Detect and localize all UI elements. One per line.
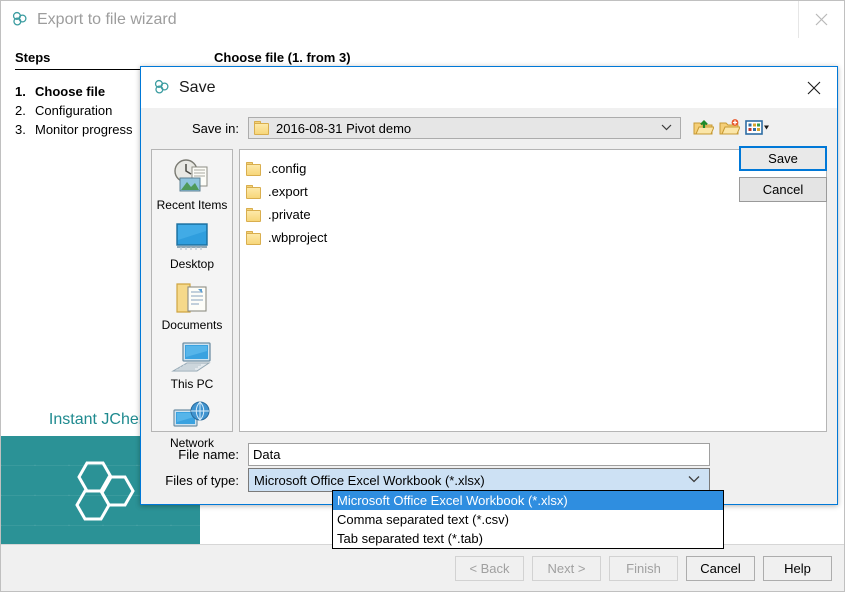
file-dialog-toolbar <box>693 118 766 138</box>
dialog-action-buttons: Save Cancel <box>739 146 827 202</box>
dropdown-option-csv[interactable]: Comma separated text (*.csv) <box>333 510 723 529</box>
folder-icon <box>246 162 261 176</box>
documents-icon <box>172 280 212 316</box>
this-pc-icon <box>171 341 213 375</box>
place-label: Recent Items <box>157 198 228 212</box>
chevron-down-icon <box>688 474 707 486</box>
step-label: Choose file <box>35 82 105 101</box>
step-number: 1. <box>15 82 35 101</box>
dropdown-option-tab[interactable]: Tab separated text (*.tab) <box>333 529 723 548</box>
file-name-row: File name: <box>151 441 827 467</box>
place-desktop[interactable]: Desktop <box>154 221 230 271</box>
file-name: .wbproject <box>268 230 327 245</box>
browser-area: Recent Items Desktop <box>151 149 827 432</box>
dropdown-option-xlsx[interactable]: Microsoft Office Excel Workbook (*.xlsx) <box>333 491 723 510</box>
save-in-combobox[interactable]: 2016-08-31 Pivot demo <box>248 117 681 139</box>
close-icon <box>815 13 828 26</box>
file-name: .config <box>268 161 306 176</box>
place-label: Desktop <box>170 257 214 271</box>
cancel-button[interactable]: Cancel <box>739 177 827 202</box>
up-one-level-icon[interactable] <box>693 118 714 138</box>
step-number: 3. <box>15 120 35 139</box>
create-new-folder-icon[interactable] <box>719 118 740 138</box>
molecule-icon <box>153 78 170 98</box>
place-network[interactable]: Network <box>154 400 230 450</box>
save-in-label: Save in: <box>151 121 248 136</box>
folder-icon <box>246 208 261 222</box>
places-bar: Recent Items Desktop <box>151 149 233 432</box>
list-item[interactable]: .wbproject <box>246 226 826 249</box>
folder-icon <box>254 121 269 135</box>
save-button[interactable]: Save <box>739 146 827 171</box>
place-recent-items[interactable]: Recent Items <box>154 158 230 212</box>
hexagon-logo-icon <box>63 459 139 521</box>
files-of-type-combobox[interactable]: Microsoft Office Excel Workbook (*.xlsx) <box>248 468 710 492</box>
help-button[interactable]: Help <box>763 556 832 581</box>
files-of-type-value: Microsoft Office Excel Workbook (*.xlsx) <box>254 473 485 488</box>
screen: Export to file wizard Steps 1. Choose fi… <box>0 0 845 592</box>
step-label: Configuration <box>35 101 112 120</box>
save-dialog: Save Save in: 2016-08-31 Pivot demo <box>140 66 838 505</box>
desktop-icon <box>172 221 212 255</box>
files-of-type-label: Files of type: <box>151 473 248 488</box>
files-of-type-dropdown[interactable]: Microsoft Office Excel Workbook (*.xlsx)… <box>332 490 724 549</box>
save-in-value: 2016-08-31 Pivot demo <box>276 121 411 136</box>
step-number: 2. <box>15 101 35 120</box>
save-dialog-titlebar: Save <box>141 67 837 108</box>
chevron-down-icon <box>661 123 678 134</box>
wizard-titlebar: Export to file wizard <box>1 1 844 38</box>
place-documents[interactable]: Documents <box>154 280 230 332</box>
place-label: Documents <box>162 318 223 332</box>
next-button[interactable]: Next > <box>532 556 601 581</box>
step-label: Monitor progress <box>35 120 133 139</box>
save-in-row: Save in: 2016-08-31 Pivot demo <box>151 116 827 140</box>
save-dialog-body: Save in: 2016-08-31 Pivot demo <box>141 108 837 504</box>
wizard-footer: < Back Next > Finish Cancel Help <box>1 544 844 591</box>
view-menu-icon[interactable] <box>745 118 766 138</box>
file-name: .export <box>268 184 308 199</box>
finish-button[interactable]: Finish <box>609 556 678 581</box>
save-dialog-title: Save <box>179 79 215 97</box>
network-icon <box>171 400 213 434</box>
wizard-cancel-button[interactable]: Cancel <box>686 556 755 581</box>
file-name-label: File name: <box>151 447 248 462</box>
file-name-input[interactable] <box>248 443 710 466</box>
save-dialog-close-button[interactable] <box>791 67 837 108</box>
file-name: .private <box>268 207 311 222</box>
recent-items-icon <box>170 158 214 196</box>
back-button[interactable]: < Back <box>455 556 524 581</box>
place-label: This PC <box>171 377 214 391</box>
molecule-icon <box>11 10 28 30</box>
list-item[interactable]: .private <box>246 203 826 226</box>
folder-icon <box>246 231 261 245</box>
close-icon <box>807 81 821 95</box>
save-form: File name: Files of type: Microsoft Offi… <box>151 441 827 493</box>
folder-icon <box>246 185 261 199</box>
wizard-title: Export to file wizard <box>37 11 177 29</box>
place-this-pc[interactable]: This PC <box>154 341 230 391</box>
wizard-close-button[interactable] <box>798 1 844 38</box>
